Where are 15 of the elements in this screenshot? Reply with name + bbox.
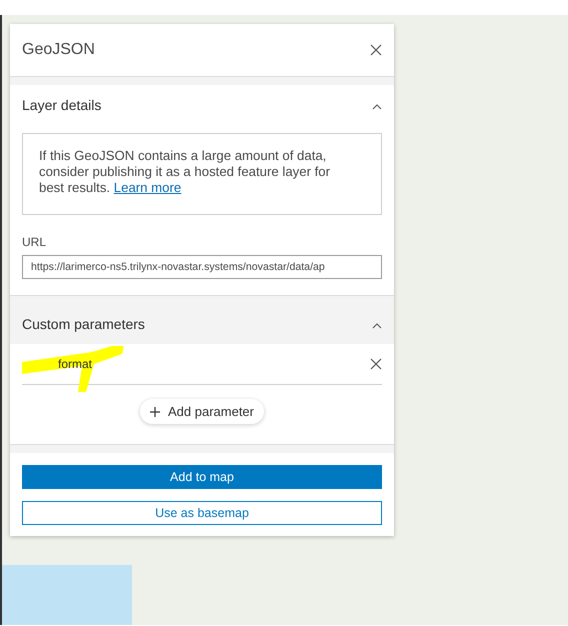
section-heading[interactable]: Layer details	[22, 97, 102, 113]
plus-icon	[150, 406, 160, 416]
learn-more-link[interactable]: Learn more	[114, 180, 182, 196]
url-field[interactable]: https://larimerco-ns5.trilynx-novastar.systems/novastar/data/ap	[22, 255, 382, 279]
close-icon[interactable]	[370, 358, 382, 370]
add-parameter-button[interactable]: Add parameter	[140, 399, 264, 424]
panel-title: GeoJSON	[22, 41, 95, 59]
section-heading[interactable]: Custom parameters	[22, 316, 145, 332]
chevron-up-icon[interactable]	[372, 323, 382, 329]
url-label: URL	[22, 235, 48, 249]
basemap-button[interactable]: Use as basemap	[22, 501, 382, 525]
info-notice: If this GeoJSON contains a large amount of data, consider publishing it as a hosted feature layer for best results. Learn more	[22, 133, 382, 215]
close-icon[interactable]	[370, 44, 382, 56]
add-to-map-button[interactable]: Add to map	[22, 465, 382, 489]
chevron-up-icon[interactable]	[372, 104, 382, 110]
